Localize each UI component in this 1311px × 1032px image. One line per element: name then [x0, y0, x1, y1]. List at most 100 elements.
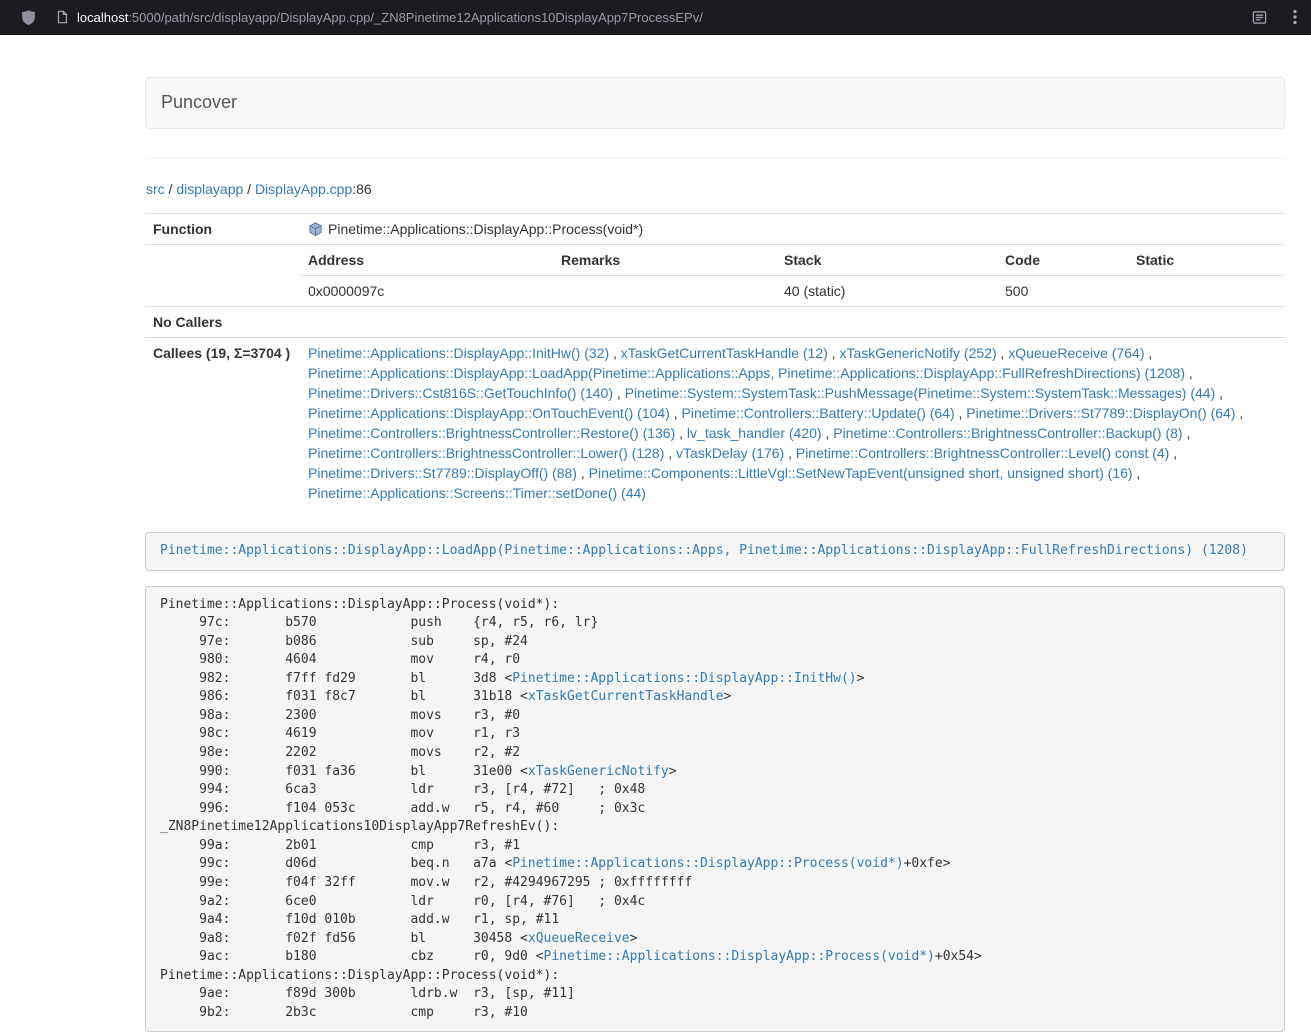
callee-separator: ,: [577, 465, 589, 481]
code-text: 994: 6ca3 ldr r3, [r4, #72] ; 0x48: [160, 782, 645, 797]
callee-link[interactable]: Pinetime::Applications::DisplayApp::OnTo…: [308, 405, 670, 421]
code-text: 9a4: f10d 010b add.w r1, sp, #11: [160, 912, 559, 927]
callee-link[interactable]: Pinetime::Controllers::BrightnessControl…: [308, 425, 675, 441]
callee-separator: ,: [675, 425, 687, 441]
stats-column-remarks: Remarks: [553, 245, 776, 276]
code-text: 99a: 2b01 cmp r3, #1: [160, 838, 520, 853]
code-symbol-link[interactable]: Pinetime::Applications::DisplayApp::Init…: [512, 671, 856, 686]
callee-link[interactable]: Pinetime::Applications::Screens::Timer::…: [308, 485, 646, 501]
callee-separator: ,: [609, 345, 621, 361]
callee-link[interactable]: Pinetime::Controllers::Battery::Update()…: [682, 405, 955, 421]
page-content: Puncover src / displayapp / DisplayApp.c…: [145, 35, 1285, 1032]
stats-value-code: 500: [997, 275, 1128, 306]
callee-link[interactable]: vTaskDelay (176): [676, 445, 784, 461]
code-text: 990: f031 fa36 bl 31e00 <: [160, 764, 528, 779]
divider: [145, 158, 1285, 159]
highlighted-symbol-box: Pinetime::Applications::DisplayApp::Load…: [145, 532, 1285, 571]
stats-value-static: [1128, 275, 1285, 306]
stats-column-stack: Stack: [776, 245, 997, 276]
stats-table: AddressRemarksStackCodeStatic 0x0000097c…: [300, 245, 1285, 306]
callee-link[interactable]: Pinetime::System::SystemTask::PushMessag…: [625, 385, 1216, 401]
stats-value-address: 0x0000097c: [300, 275, 553, 306]
code-text: 98e: 2202 movs r2, #2: [160, 745, 520, 760]
code-text: 9a8: f02f fd56 bl 30458 <: [160, 931, 528, 946]
callee-link[interactable]: Pinetime::Controllers::BrightnessControl…: [796, 445, 1169, 461]
breadcrumb-line-number: :86: [352, 181, 371, 197]
page-actions-menu-icon[interactable]: [1293, 9, 1297, 25]
code-text: 986: f031 f8c7 bl 31b18 <: [160, 689, 528, 704]
callee-separator: ,: [1185, 365, 1193, 381]
reader-mode-icon[interactable]: [1252, 10, 1267, 25]
toolbar-right-icons: [1252, 9, 1297, 25]
tracking-protection-shield-icon[interactable]: [20, 9, 37, 26]
url-path: :5000/path/src/displayapp/DisplayApp.cpp…: [128, 10, 703, 25]
code-symbol-link[interactable]: xTaskGenericNotify: [528, 764, 669, 779]
callees-row: Callees (19, Σ=3704 ) Pinetime::Applicat…: [145, 337, 1285, 508]
stats-header-row: AddressRemarksStackCodeStatic: [300, 245, 1285, 276]
symbol-table: Function Pinetime::Applications::Display…: [145, 213, 1285, 508]
callee-link[interactable]: Pinetime::Components::LittleVgl::SetNewT…: [589, 465, 1133, 481]
code-text: 980: 4604 mov r4, r0: [160, 652, 520, 667]
code-text: _ZN8Pinetime12Applications10DisplayApp7R…: [160, 819, 559, 834]
code-symbol-link[interactable]: xQueueReceive: [528, 931, 630, 946]
code-symbol-link[interactable]: xTaskGetCurrentTaskHandle: [528, 689, 724, 704]
function-name: Pinetime::Applications::DisplayApp::Proc…: [328, 221, 643, 237]
callee-link[interactable]: xQueueReceive (764): [1008, 345, 1144, 361]
callee-separator: ,: [1169, 445, 1177, 461]
stats-value-stack: 40 (static): [776, 275, 997, 306]
stats-row-label: [145, 244, 300, 306]
no-callers-row: No Callers: [145, 306, 1285, 337]
callee-separator: ,: [613, 385, 625, 401]
callee-link[interactable]: Pinetime::Drivers::St7789::DisplayOn() (…: [966, 405, 1235, 421]
stats-cell: AddressRemarksStackCodeStatic 0x0000097c…: [300, 244, 1285, 306]
stats-value-remarks: [553, 275, 776, 306]
callee-separator: ,: [997, 345, 1009, 361]
url-host: localhost: [77, 10, 128, 25]
no-callers-label: No Callers: [145, 306, 300, 337]
callee-link[interactable]: Pinetime::Applications::DisplayApp::Init…: [308, 345, 609, 361]
callee-link[interactable]: Pinetime::Applications::DisplayApp::Load…: [308, 365, 1185, 381]
callee-separator: ,: [955, 405, 967, 421]
code-text: >: [630, 931, 638, 946]
code-text: >: [857, 671, 865, 686]
code-symbol-link[interactable]: Pinetime::Applications::DisplayApp::Proc…: [512, 856, 903, 871]
callee-separator: ,: [784, 445, 796, 461]
app-header-panel: Puncover: [145, 77, 1285, 129]
no-callers-cell: [300, 306, 1285, 337]
url-bar[interactable]: localhost:5000/path/src/displayapp/Displ…: [77, 0, 1252, 35]
callee-separator: ,: [1236, 405, 1244, 421]
callee-separator: ,: [828, 345, 840, 361]
code-text: 98c: 4619 mov r1, r3: [160, 726, 520, 741]
breadcrumb-link[interactable]: displayapp: [176, 181, 243, 197]
code-text: 99e: f04f 32ff mov.w r2, #4294967295 ; 0…: [160, 875, 692, 890]
code-text: Pinetime::Applications::DisplayApp::Proc…: [160, 597, 559, 612]
callee-link[interactable]: lv_task_handler (420): [687, 425, 822, 441]
callee-link[interactable]: xTaskGetCurrentTaskHandle (12): [621, 345, 828, 361]
breadcrumb-link[interactable]: DisplayApp.cpp: [255, 181, 352, 197]
callee-link[interactable]: Pinetime::Controllers::BrightnessControl…: [833, 425, 1182, 441]
code-text: >: [724, 689, 732, 704]
callee-link[interactable]: Pinetime::Drivers::St7789::DisplayOff() …: [308, 465, 577, 481]
code-text: 9ac: b180 cbz r0, 9d0 <: [160, 949, 544, 964]
highlighted-symbol-link[interactable]: Pinetime::Applications::DisplayApp::Load…: [160, 543, 1248, 558]
code-text: 982: f7ff fd29 bl 3d8 <: [160, 671, 512, 686]
code-text: 9a2: 6ce0 ldr r0, [r4, #76] ; 0x4c: [160, 894, 645, 909]
callee-separator: ,: [1133, 465, 1141, 481]
breadcrumb-separator: /: [243, 181, 255, 197]
function-row: Function Pinetime::Applications::Display…: [145, 213, 1285, 244]
callees-label: Callees (19, Σ=3704 ): [145, 337, 300, 508]
callee-separator: ,: [1183, 425, 1191, 441]
callee-link[interactable]: Pinetime::Drivers::Cst816S::GetTouchInfo…: [308, 385, 613, 401]
callee-separator: ,: [822, 425, 834, 441]
callee-link[interactable]: xTaskGenericNotify (252): [839, 345, 996, 361]
stats-row: AddressRemarksStackCodeStatic 0x0000097c…: [145, 244, 1285, 306]
breadcrumb-link[interactable]: src: [146, 181, 165, 197]
code-text: 97c: b570 push {r4, r5, r6, lr}: [160, 615, 598, 630]
code-text: +0x54>: [935, 949, 982, 964]
callee-separator: ,: [664, 445, 676, 461]
callee-link[interactable]: Pinetime::Controllers::BrightnessControl…: [308, 445, 664, 461]
code-symbol-link[interactable]: Pinetime::Applications::DisplayApp::Proc…: [544, 949, 935, 964]
site-info-page-icon[interactable]: [55, 10, 69, 24]
callee-separator: ,: [1144, 345, 1152, 361]
function-icon: [308, 222, 323, 237]
